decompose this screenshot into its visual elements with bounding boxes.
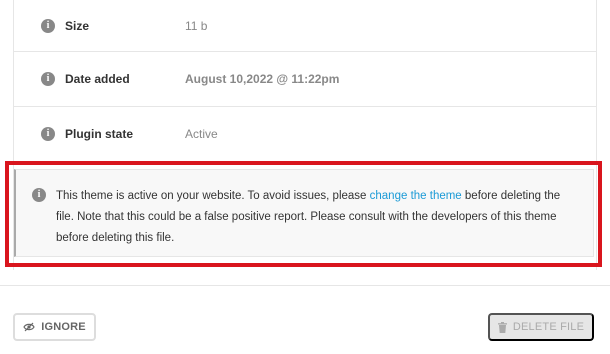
date-added-value: August 10,2022 @ 11:22pm xyxy=(185,72,340,86)
footer-divider xyxy=(0,285,610,286)
eye-slash-icon xyxy=(23,322,35,332)
ignore-label: IGNORE xyxy=(41,321,86,333)
theme-active-notice: i This theme is active on your website. … xyxy=(14,169,594,257)
change-theme-link[interactable]: change the theme xyxy=(370,190,462,202)
detail-row-date-added: i Date added August 10,2022 @ 11:22pm xyxy=(14,52,596,107)
delete-file-label: DELETE FILE xyxy=(512,321,585,333)
info-icon: i xyxy=(41,72,55,86)
date-added-label: Date added xyxy=(65,72,130,86)
detail-row-size: i Size 11 b xyxy=(14,0,596,52)
size-value: 11 b xyxy=(185,18,208,33)
info-icon: i xyxy=(32,188,46,202)
ignore-button[interactable]: IGNORE xyxy=(13,313,96,341)
delete-file-button[interactable]: DELETE FILE xyxy=(488,313,594,341)
detail-row-plugin-state: i Plugin state Active xyxy=(14,107,596,160)
notice-text-before: This theme is active on your website. To… xyxy=(56,190,370,202)
size-label: Size xyxy=(65,18,90,33)
plugin-state-value: Active xyxy=(185,126,218,141)
info-icon: i xyxy=(41,126,55,141)
info-icon: i xyxy=(41,18,55,33)
plugin-state-label: Plugin state xyxy=(65,126,134,141)
notice-text: This theme is active on your website. To… xyxy=(56,186,577,249)
trash-icon xyxy=(497,321,507,333)
